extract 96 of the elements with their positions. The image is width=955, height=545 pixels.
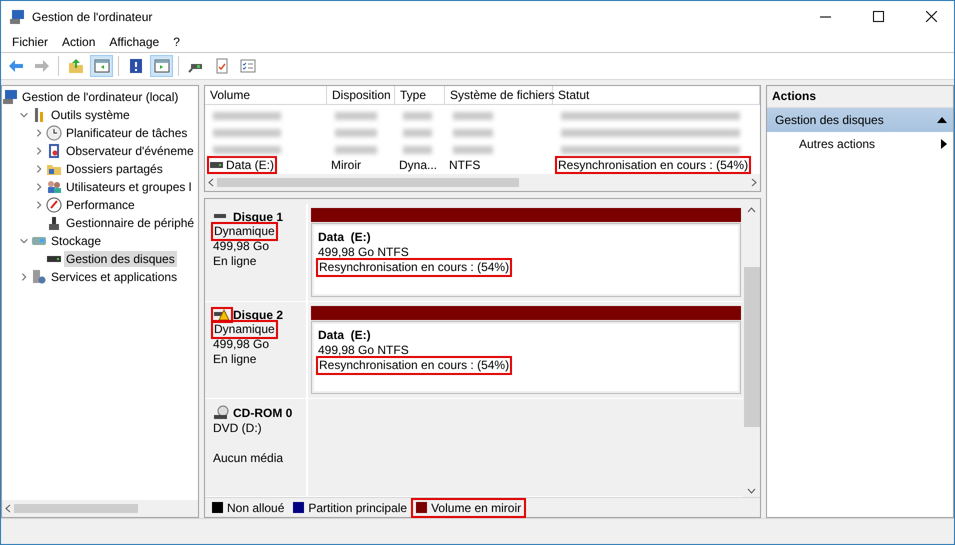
scroll-down-icon[interactable] xyxy=(747,488,756,494)
checklist-icon xyxy=(240,58,256,74)
folder-up-icon xyxy=(68,58,84,74)
table-cell-text: NTFS xyxy=(448,156,482,173)
menu-item[interactable]: Affichage xyxy=(102,35,166,49)
horizontal-scrollbar[interactable] xyxy=(2,500,198,517)
tree-item[interactable]: Dossiers partagés xyxy=(64,161,165,177)
clock-icon xyxy=(46,125,62,141)
pane-icon xyxy=(94,58,110,74)
tree-item[interactable]: Utilisateurs et groupes l xyxy=(64,179,194,195)
menu-item[interactable]: Action xyxy=(55,35,102,49)
forward-arrow-icon xyxy=(34,58,50,74)
menu-item[interactable]: Fichier xyxy=(5,35,56,49)
tree-item[interactable]: Outils système xyxy=(49,107,132,123)
disk-size: 499,98 Go xyxy=(213,336,270,352)
blurred-text xyxy=(453,146,493,154)
disk-size: 499,98 Go xyxy=(213,239,270,254)
volume-name[interactable]: Data (E:) xyxy=(209,158,276,172)
legend-label: Non alloué xyxy=(227,500,284,514)
horizontal-scrollbar[interactable] xyxy=(205,174,760,191)
disk-name: CD-ROM 0 xyxy=(233,406,292,420)
disk-type: Dynamique xyxy=(213,322,276,337)
partition-block[interactable]: Data (E:) 499,98 Go NTFS Resynchronisation en cours : (54%) xyxy=(311,320,741,394)
computer-icon xyxy=(9,8,25,24)
submenu-caret-icon xyxy=(941,139,947,149)
disk-type: Dynamique xyxy=(213,224,276,239)
help-book-icon xyxy=(128,58,144,74)
menu-item[interactable]: ? xyxy=(166,35,187,49)
blurred-text xyxy=(335,146,377,154)
expand-chevron[interactable] xyxy=(34,146,44,156)
legend-label: Partition principale xyxy=(308,500,408,514)
collapse-chevron[interactable] xyxy=(19,110,29,120)
gauge-icon xyxy=(46,197,62,213)
computer-icon xyxy=(2,89,18,105)
expand-chevron[interactable] xyxy=(34,200,44,210)
column-header[interactable]: Système de fichiers xyxy=(445,86,553,105)
disk-name: Disque 1 xyxy=(233,210,284,224)
partition-detail: 499,98 Go NTFS xyxy=(318,245,409,260)
partition-status: Resynchronisation en cours : (54%) xyxy=(318,358,510,373)
legend-label: Volume en miroir xyxy=(431,500,522,514)
partition-status: Resynchronisation en cours : (54%) xyxy=(318,260,510,275)
cd-drive-icon xyxy=(213,405,231,422)
tree-item[interactable]: Gestion de l'ordinateur (local) xyxy=(20,89,180,105)
blurred-text xyxy=(335,112,377,120)
toolbar-button[interactable] xyxy=(150,55,173,77)
partition-block[interactable]: Data (E:) 499,98 Go NTFS Resynchronisation en cours : (54%) xyxy=(311,223,741,297)
tree-item[interactable]: Gestion des disques xyxy=(64,251,177,267)
back-arrow-icon xyxy=(8,58,24,74)
column-header[interactable]: Disposition xyxy=(327,86,395,105)
collapse-chevron[interactable] xyxy=(19,236,29,246)
blurred-text xyxy=(213,112,282,120)
column-header[interactable]: Type xyxy=(395,86,445,105)
tree-item[interactable]: Stockage xyxy=(49,233,104,249)
expand-chevron[interactable] xyxy=(34,164,44,174)
tree-item[interactable]: Performance xyxy=(64,197,137,213)
blurred-text xyxy=(453,112,493,120)
scroll-left-icon[interactable] xyxy=(5,504,11,513)
scroll-right-icon[interactable] xyxy=(751,178,757,187)
status-text: Resynchronisation en cours : (54%) xyxy=(557,158,750,172)
scroll-up-icon[interactable] xyxy=(747,207,756,213)
blurred-text xyxy=(213,146,282,154)
disk-state: En ligne xyxy=(213,254,256,269)
expand-chevron[interactable] xyxy=(34,128,44,138)
disk-state: Aucun média xyxy=(213,451,284,466)
column-header[interactable]: Volume xyxy=(205,86,327,105)
tree-item[interactable]: Planificateur de tâches xyxy=(64,125,190,141)
collapse-caret-icon xyxy=(937,117,947,123)
disk-drive-icon xyxy=(210,162,223,168)
scroll-left-icon[interactable] xyxy=(208,178,214,187)
pane-icon xyxy=(154,58,170,74)
window-title: Gestion de l'ordinateur xyxy=(32,10,154,24)
expand-chevron[interactable] xyxy=(34,182,44,192)
users-icon xyxy=(46,179,62,195)
column-header[interactable]: Statut xyxy=(553,86,760,105)
tree-item[interactable]: Observateur d'événeme xyxy=(64,143,196,159)
table-cell-text: Dyna... xyxy=(398,156,438,173)
close-icon xyxy=(926,11,936,22)
toolbar-button[interactable] xyxy=(90,55,113,77)
blurred-text xyxy=(403,146,432,154)
blurred-text xyxy=(403,112,432,120)
disk-type: DVD (D:) xyxy=(213,421,262,436)
expand-chevron[interactable] xyxy=(19,272,29,282)
actions-title: Actions xyxy=(767,86,953,108)
maximize-icon xyxy=(872,11,884,22)
disk-state: En ligne xyxy=(213,352,256,367)
tree-item[interactable]: Gestionnaire de périphé xyxy=(64,215,196,231)
check-page-icon xyxy=(214,58,230,74)
blurred-text xyxy=(453,128,493,136)
blurred-text xyxy=(213,128,282,136)
disk-name: Disque 2 xyxy=(233,308,284,322)
blurred-text xyxy=(403,128,432,136)
blurred-text xyxy=(335,128,377,136)
table-cell-text: Miroir xyxy=(330,156,362,173)
partition-detail: 499,98 Go NTFS xyxy=(318,342,409,358)
actions-section[interactable]: Gestion des disques xyxy=(767,108,953,132)
tree-item[interactable]: Services et applications xyxy=(49,269,180,285)
